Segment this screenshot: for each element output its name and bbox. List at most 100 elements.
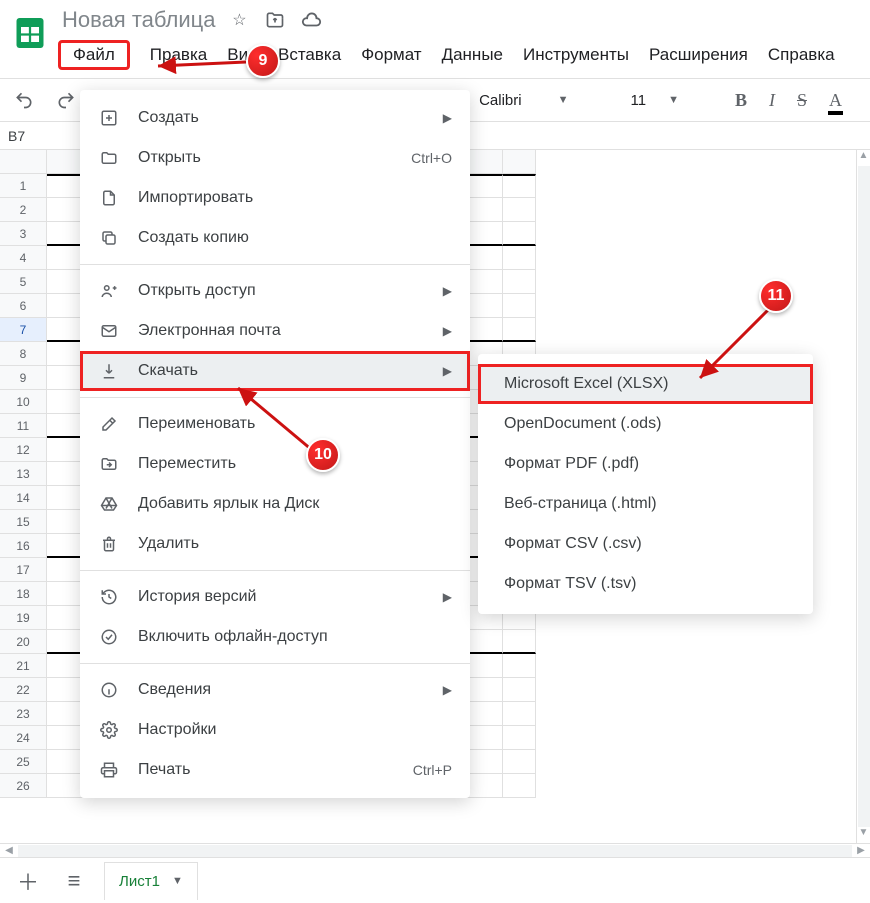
file-menu-item[interactable]: Импортировать <box>80 178 470 218</box>
cell[interactable] <box>503 774 536 798</box>
move-to-folder-icon[interactable] <box>263 8 287 32</box>
row-header[interactable]: 3 <box>0 222 47 246</box>
row-header[interactable]: 1 <box>0 174 47 198</box>
strike-button[interactable]: S <box>797 90 807 111</box>
file-menu-item[interactable]: Переместить <box>80 444 470 484</box>
menu-help[interactable]: Справка <box>768 45 835 65</box>
cell[interactable] <box>503 702 536 726</box>
file-menu-item[interactable]: Скачать▶ <box>80 351 470 391</box>
row-header[interactable]: 7 <box>0 318 47 342</box>
file-menu-item[interactable]: Настройки <box>80 710 470 750</box>
row-header[interactable]: 12 <box>0 438 47 462</box>
row-header[interactable]: 8 <box>0 342 47 366</box>
redo-button[interactable] <box>56 90 76 110</box>
cell[interactable] <box>503 654 536 678</box>
grid-corner[interactable] <box>0 150 47 174</box>
download-icon <box>98 362 120 380</box>
row-header[interactable]: 23 <box>0 702 47 726</box>
row-header[interactable]: 10 <box>0 390 47 414</box>
add-sheet-button[interactable]: ＋ <box>12 865 44 897</box>
italic-button[interactable]: I <box>769 90 775 111</box>
file-menu-item[interactable]: Переименовать <box>80 404 470 444</box>
file-icon <box>98 189 120 207</box>
horizontal-scrollbar[interactable]: ◀ ▶ <box>0 843 870 857</box>
menu-file[interactable]: Файл <box>58 40 130 70</box>
file-menu-item[interactable]: Сведения▶ <box>80 670 470 710</box>
cloud-status-icon[interactable] <box>299 8 323 32</box>
menu-insert[interactable]: Вставка <box>278 45 341 65</box>
row-header[interactable]: 26 <box>0 774 47 798</box>
scroll-down-icon[interactable]: ▼ <box>859 827 869 843</box>
sheets-logo[interactable] <box>10 6 50 60</box>
row-header[interactable]: 11 <box>0 414 47 438</box>
row-header[interactable]: 13 <box>0 462 47 486</box>
mail-icon <box>98 322 120 340</box>
file-menu-item[interactable]: Включить офлайн-доступ <box>80 617 470 657</box>
scroll-up-icon[interactable]: ▲ <box>859 150 869 166</box>
row-header[interactable]: 24 <box>0 726 47 750</box>
all-sheets-button[interactable]: ≡ <box>58 865 90 897</box>
row-header[interactable]: 20 <box>0 630 47 654</box>
menu-ext[interactable]: Расширения <box>649 45 748 65</box>
cell[interactable] <box>503 294 536 318</box>
row-header[interactable]: 22 <box>0 678 47 702</box>
cell[interactable] <box>503 246 536 270</box>
cell[interactable] <box>503 678 536 702</box>
download-format-item[interactable]: Формат TSV (.tsv) <box>478 564 813 604</box>
file-menu-item[interactable]: Открыть доступ▶ <box>80 271 470 311</box>
row-header[interactable]: 14 <box>0 486 47 510</box>
cell[interactable] <box>503 726 536 750</box>
file-menu-item[interactable]: Добавить ярлык на Диск <box>80 484 470 524</box>
file-menu-item[interactable]: Электронная почта▶ <box>80 311 470 351</box>
font-select[interactable]: Calibri▼ <box>479 92 568 109</box>
scroll-right-icon[interactable]: ▶ <box>852 845 870 856</box>
menu-edit[interactable]: Правка <box>150 45 207 65</box>
download-format-item[interactable]: Формат CSV (.csv) <box>478 524 813 564</box>
file-menu-item[interactable]: Создать копию <box>80 218 470 258</box>
row-header[interactable]: 21 <box>0 654 47 678</box>
row-header[interactable]: 2 <box>0 198 47 222</box>
menu-tools[interactable]: Инструменты <box>523 45 629 65</box>
scroll-left-icon[interactable]: ◀ <box>0 845 18 856</box>
menu-data[interactable]: Данные <box>442 45 503 65</box>
row-header[interactable]: 19 <box>0 606 47 630</box>
download-format-item[interactable]: Microsoft Excel (XLSX) <box>478 364 813 404</box>
vertical-scrollbar[interactable]: ▲ ▼ <box>856 150 870 843</box>
sheet-tab[interactable]: Лист1 ▼ <box>104 862 198 900</box>
cell[interactable] <box>503 198 536 222</box>
download-format-item[interactable]: Веб-страница (.html) <box>478 484 813 524</box>
row-header[interactable]: 25 <box>0 750 47 774</box>
star-icon[interactable]: ☆ <box>227 8 251 32</box>
cell[interactable] <box>503 630 536 654</box>
bold-button[interactable]: B <box>735 90 747 111</box>
menu-item-label: Создать копию <box>138 229 452 247</box>
download-format-item[interactable]: OpenDocument (.ods) <box>478 404 813 444</box>
font-size-select[interactable]: 11▼ <box>631 92 679 109</box>
file-menu-item[interactable]: Создать▶ <box>80 98 470 138</box>
name-box[interactable]: B7 <box>0 128 53 144</box>
menu-format[interactable]: Формат <box>361 45 421 65</box>
row-header[interactable]: 16 <box>0 534 47 558</box>
row-header[interactable]: 17 <box>0 558 47 582</box>
cell[interactable] <box>503 318 536 342</box>
row-header[interactable]: 6 <box>0 294 47 318</box>
text-color-button[interactable]: A <box>829 90 842 111</box>
row-header[interactable]: 9 <box>0 366 47 390</box>
file-menu-item[interactable]: Удалить <box>80 524 470 564</box>
download-format-item[interactable]: Формат PDF (.pdf) <box>478 444 813 484</box>
row-header[interactable]: 4 <box>0 246 47 270</box>
move-icon <box>98 455 120 473</box>
cell[interactable] <box>503 222 536 246</box>
cell[interactable] <box>503 750 536 774</box>
row-header[interactable]: 15 <box>0 510 47 534</box>
file-menu-item[interactable]: История версий▶ <box>80 577 470 617</box>
undo-button[interactable] <box>14 90 34 110</box>
cell[interactable] <box>503 174 536 198</box>
cell[interactable] <box>503 270 536 294</box>
file-menu-item[interactable]: ПечатьCtrl+P <box>80 750 470 790</box>
col-header[interactable] <box>503 150 536 174</box>
file-menu-item[interactable]: ОткрытьCtrl+O <box>80 138 470 178</box>
row-header[interactable]: 5 <box>0 270 47 294</box>
row-header[interactable]: 18 <box>0 582 47 606</box>
doc-title[interactable]: Новая таблица <box>62 7 215 33</box>
